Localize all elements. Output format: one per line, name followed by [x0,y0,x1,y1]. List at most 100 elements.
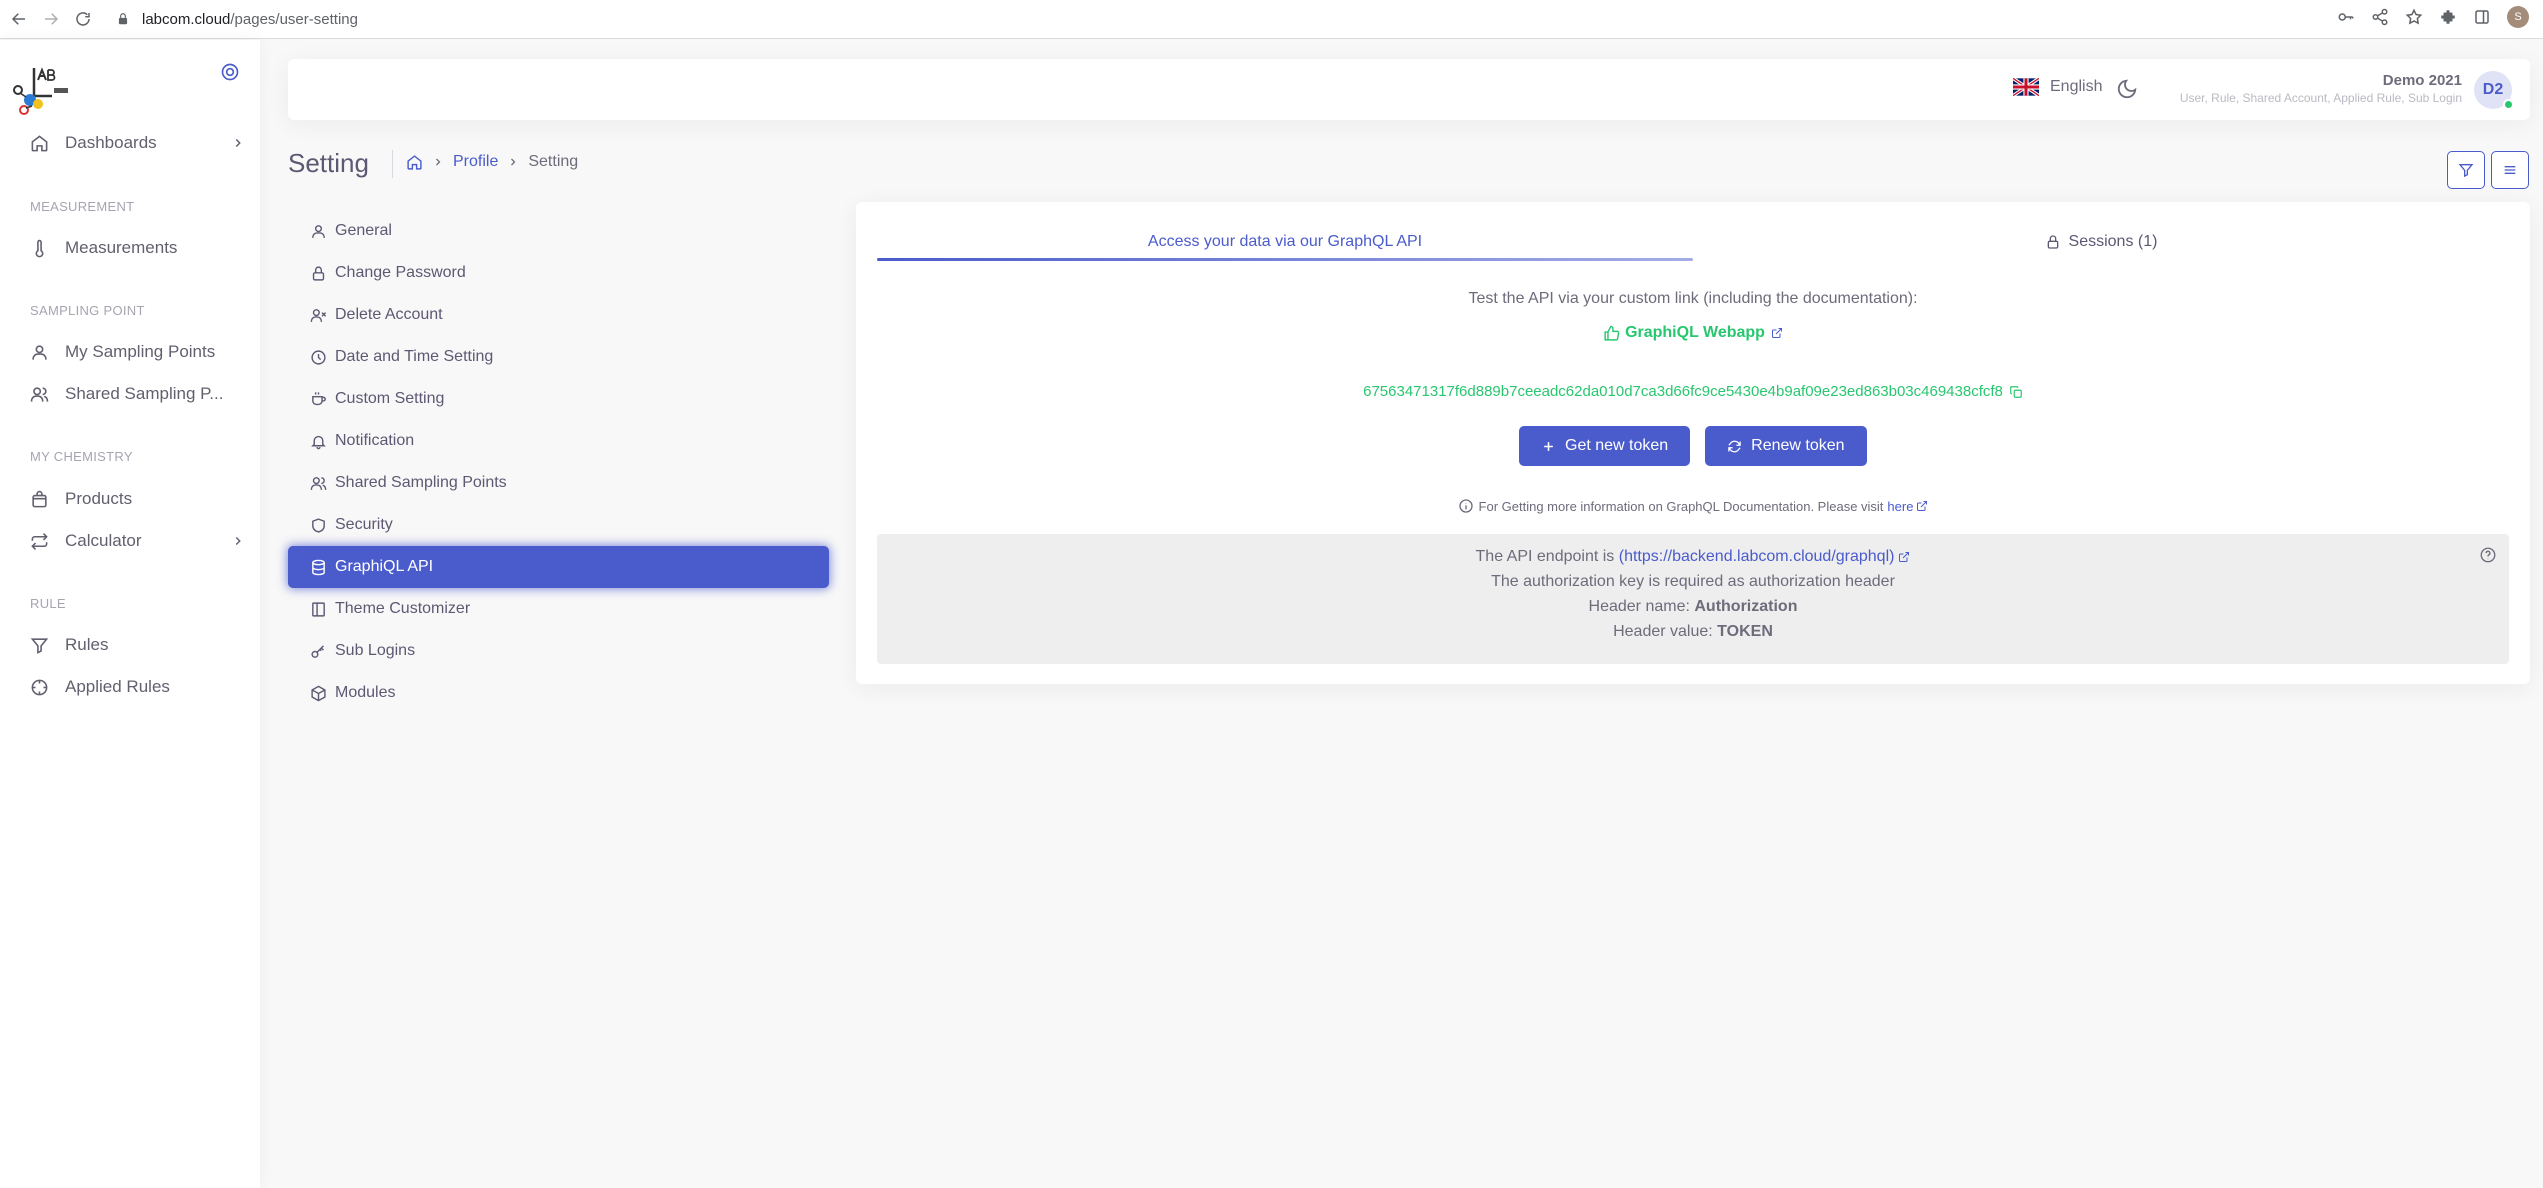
endpoint-url-link[interactable]: (https://backend.labcom.cloud/graphql) [1619,548,1895,565]
user-dropdown[interactable]: Demo 2021 User, Rule, Shared Account, Ap… [2180,72,2462,105]
sidepanel-icon[interactable] [2473,8,2491,26]
menu-item-change-password[interactable]: Change Password [288,252,829,294]
menu-item-theme-customizer[interactable]: Theme Customizer [288,588,829,630]
nav-header-rule: RULE [30,596,66,611]
page-title: Setting [288,148,369,178]
home-icon [31,134,48,151]
user-icon [312,224,325,238]
menu-item-custom-setting[interactable]: Custom Setting [288,378,829,420]
user-icon [32,344,47,360]
book-icon [312,601,325,617]
sidebar-item-rules[interactable]: Rules [30,631,245,659]
user-x-icon [310,308,327,322]
chevron-right-icon [511,158,516,166]
menu-item-graphql-api[interactable]: GraphiQL API [288,546,829,588]
browser-toolbar: labcom.cloud/pages/user-setting S [0,0,2543,39]
breadcrumb: Profile Setting [406,153,578,171]
filter-button[interactable] [2447,151,2485,189]
sidebar-item-dashboards[interactable]: Dashboards [30,129,245,157]
header-name-line: Header name: Authorization [1588,598,1798,615]
lock-icon [312,265,325,281]
renew-token-button[interactable]: Renew token [1705,426,1867,466]
database-icon [312,559,325,575]
language-selector[interactable]: English [2013,77,2102,97]
url-path: /pages/user-setting [230,10,358,28]
menu-item-shared-sampling-points[interactable]: Shared Sampling Points [288,462,829,504]
external-link-icon [1917,501,1928,511]
filter-icon [30,637,49,654]
bell-icon [311,435,326,449]
tabs: Access your data via our GraphQL API Ses… [877,220,2509,264]
chevron-right-icon [235,536,241,546]
crosshair-icon [31,679,48,695]
external-link-icon [1899,551,1910,562]
auth-note: The authorization key is required as aut… [1491,573,1895,590]
star-icon[interactable] [2405,8,2423,26]
sidebar-item-shared-sampling-points[interactable]: Shared Sampling P... [30,380,245,408]
menu-item-general[interactable]: General [288,210,829,252]
lock-icon [2047,235,2058,249]
refresh-icon [1728,440,1741,452]
info-icon [1458,499,1473,513]
tab-graphql-api[interactable]: Access your data via our GraphQL API [877,220,1693,264]
docs-info: For Getting more information on GraphQL … [856,498,2530,514]
top-navbar: English Demo 2021 User, Rule, Shared Acc… [288,59,2530,120]
endpoint-info-box: The API endpoint is (https://backend.lab… [877,534,2509,664]
clock-icon [311,349,326,365]
sidebar-item-applied-rules[interactable]: Applied Rules [30,673,245,701]
sidebar-item-my-sampling-points[interactable]: My Sampling Points [30,338,245,366]
endpoint-line: The API endpoint is (https://backend.lab… [877,548,2509,566]
back-icon[interactable] [6,6,32,32]
menu-icon [2504,166,2516,174]
menu-item-date-time[interactable]: Date and Time Setting [288,336,829,378]
breadcrumb-profile[interactable]: Profile [453,153,498,171]
lock-icon [118,13,128,25]
setting-menu: General Change Password Delete Account D… [288,210,829,714]
key-icon[interactable] [2337,8,2355,26]
tab-sessions[interactable]: Sessions (1) [1693,220,2509,264]
extensions-icon[interactable] [2439,8,2457,26]
menu-item-delete-account[interactable]: Delete Account [288,294,829,336]
get-new-token-button[interactable]: Get new token [1519,426,1691,466]
token-value: 67563471317f6d889b7ceeadc62da010d7ca3d66… [1363,383,2003,400]
sidebar-collapse-toggle-icon[interactable] [220,62,240,82]
sidebar-item-products[interactable]: Products [30,485,245,513]
forward-icon[interactable] [38,6,64,32]
nav-header-measurement: MEASUREMENT [30,199,135,214]
chevron-right-icon [235,138,241,148]
shield-icon [312,517,325,533]
online-status-dot [2503,99,2514,110]
filter-icon [2458,164,2474,178]
menu-item-security[interactable]: Security [288,504,829,546]
reload-icon[interactable] [70,6,96,32]
menu-item-notification[interactable]: Notification [288,420,829,462]
api-token: 67563471317f6d889b7ceeadc62da010d7ca3d66… [856,383,2530,400]
repeat-icon [31,532,48,550]
copy-icon[interactable] [2009,385,2023,399]
share-icon[interactable] [2371,8,2389,26]
url-host: labcom.cloud [142,10,231,28]
labcom-logo[interactable] [12,62,70,116]
home-icon[interactable] [406,154,423,171]
user-role: User, Rule, Shared Account, Applied Rule… [2179,91,2462,105]
nav-header-sampling-point: SAMPLING POINT [30,303,145,318]
graphiql-webapp-link[interactable]: GraphiQL Webapp [856,324,2530,342]
shopping-bag-icon [32,490,47,507]
browser-profile-avatar[interactable]: S [2507,6,2529,28]
plus-icon [1544,441,1553,451]
graphql-api-card: Access your data via our GraphQL API Ses… [856,202,2530,684]
menu-item-modules[interactable]: Modules [288,672,829,714]
menu-item-sub-logins[interactable]: Sub Logins [288,630,829,672]
moon-icon[interactable] [2116,78,2138,100]
sidebar-item-measurements[interactable]: Measurements [30,234,245,262]
token-actions: Get new token Renew token [1519,426,1867,466]
sidebar-item-calculator[interactable]: Calculator [30,527,245,555]
api-description: Test the API via your custom link (inclu… [1468,290,1918,307]
menu-button[interactable] [2491,151,2529,189]
nav-header-my-chemistry: MY CHEMISTRY [30,449,133,464]
chevron-right-icon [436,158,441,166]
docs-here-link[interactable]: here [1887,499,1913,514]
thermometer-icon [35,239,44,257]
address-bar[interactable]: labcom.cloud/pages/user-setting [116,4,358,34]
users-icon [30,386,49,402]
